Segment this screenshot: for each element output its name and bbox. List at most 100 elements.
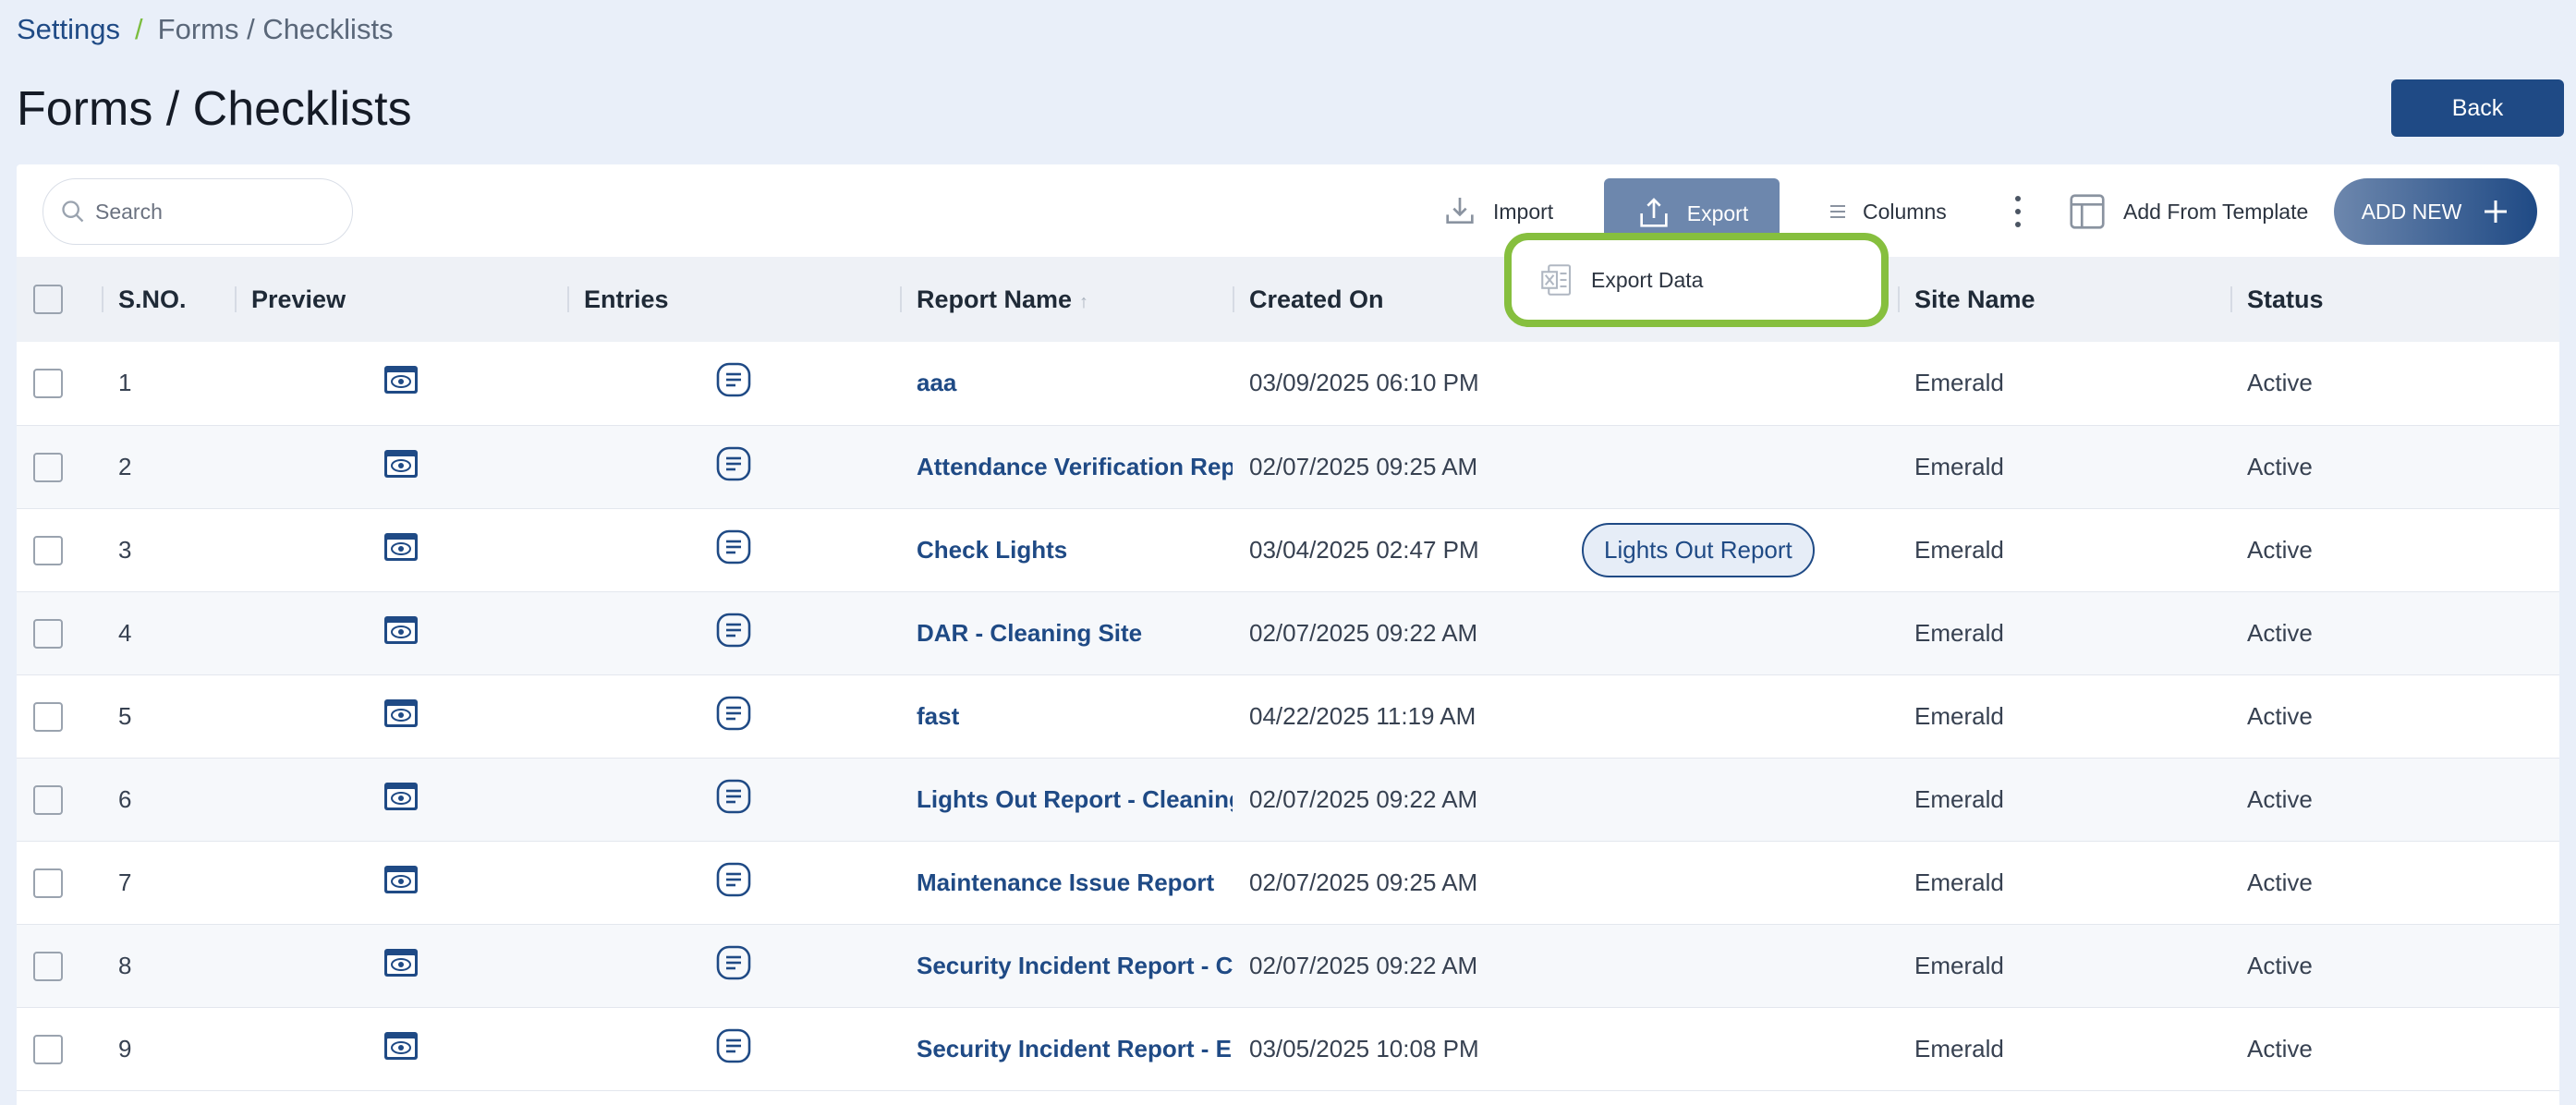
report-type-tag[interactable]: Lights Out Report xyxy=(1582,522,1815,577)
header-status[interactable]: Status xyxy=(2230,257,2559,342)
created-on: 02/07/2025 09:22 AM xyxy=(1249,618,1478,647)
preview-cell xyxy=(235,924,567,1007)
report-name-link[interactable]: aaa xyxy=(900,342,1233,425)
table-row[interactable]: 1 aaa 03/09/2025 06:10 PM Emerald Active xyxy=(17,342,2559,425)
row-select-cell xyxy=(17,591,102,674)
entries-cell xyxy=(567,924,900,1007)
header-sno[interactable]: S.NO. xyxy=(102,257,235,342)
report-name-link[interactable]: Attendance Verification Rep xyxy=(900,425,1233,508)
row-sno: 3 xyxy=(118,535,132,564)
created-on: 02/07/2025 09:22 AM xyxy=(1249,784,1478,813)
table-row[interactable]: 3 Check Lights 03/04/2025 02:47 PM Lights O… xyxy=(17,508,2559,591)
preview-cell xyxy=(235,591,567,674)
report-name-link[interactable]: Check Lights xyxy=(900,508,1233,591)
row-sno: 1 xyxy=(118,369,132,397)
row-select-cell xyxy=(17,1007,102,1090)
row-sno: 4 xyxy=(118,618,132,647)
entries-cell xyxy=(567,342,900,425)
row-checkbox[interactable] xyxy=(33,1034,63,1064)
entries-list-icon[interactable] xyxy=(715,945,752,987)
entries-list-icon[interactable] xyxy=(715,779,752,820)
preview-eye-icon[interactable] xyxy=(383,366,419,400)
preview-eye-icon[interactable] xyxy=(383,782,419,817)
type-cell: Lights Out Report xyxy=(1565,508,1898,591)
table-row[interactable]: 7 Maintenance Issue Report 02/07/2025 09:2… xyxy=(17,841,2559,924)
type-cell xyxy=(1565,841,1898,924)
report-name-link[interactable]: Security Incident Report - Cl xyxy=(900,924,1233,1007)
entries-list-icon[interactable] xyxy=(715,696,752,737)
row-checkbox[interactable] xyxy=(33,784,63,815)
status: Active xyxy=(2247,618,2313,647)
header-site-name[interactable]: Site Name xyxy=(1898,257,2230,342)
row-select-cell xyxy=(17,841,102,924)
export-data-menu-item[interactable]: Export Data xyxy=(1591,268,1703,293)
preview-eye-icon[interactable] xyxy=(383,449,419,484)
entries-cell xyxy=(567,591,900,674)
back-button[interactable]: Back xyxy=(2391,79,2564,137)
preview-eye-icon[interactable] xyxy=(383,615,419,650)
preview-eye-icon[interactable] xyxy=(383,698,419,734)
add-new-button[interactable]: ADD NEW xyxy=(2334,178,2537,245)
sort-up-icon[interactable]: ↑ xyxy=(1079,292,1088,312)
status: Active xyxy=(2247,452,2313,480)
row-sno: 6 xyxy=(118,784,132,813)
header-preview[interactable]: Preview xyxy=(235,257,567,342)
preview-cell xyxy=(235,841,567,924)
preview-eye-icon[interactable] xyxy=(383,532,419,567)
row-checkbox[interactable] xyxy=(33,868,63,898)
row-checkbox[interactable] xyxy=(33,701,63,732)
site-name: Emerald xyxy=(1914,535,2004,564)
breadcrumb-separator: / xyxy=(135,13,143,45)
table-header-row: S.NO. Preview Entries Report Name ↑ Creat… xyxy=(17,257,2559,342)
entries-cell xyxy=(567,758,900,841)
upload-tray-icon xyxy=(1640,198,1668,227)
row-checkbox[interactable] xyxy=(33,618,63,649)
header-report-name[interactable]: Report Name ↑ xyxy=(900,257,1233,342)
entries-list-icon[interactable] xyxy=(715,862,752,904)
site-name: Emerald xyxy=(1914,452,2004,480)
entries-list-icon[interactable] xyxy=(715,362,752,404)
more-options-button[interactable] xyxy=(2012,178,2023,245)
created-on: 03/04/2025 02:47 PM xyxy=(1249,535,1479,564)
table-row[interactable]: 5 fast 04/22/2025 11:19 AM Emerald Active xyxy=(17,674,2559,758)
row-checkbox[interactable] xyxy=(33,535,63,565)
row-checkbox[interactable] xyxy=(33,452,63,482)
preview-cell xyxy=(235,674,567,758)
export-label: Export xyxy=(1686,200,1749,225)
header-entries[interactable]: Entries xyxy=(567,257,900,342)
entries-list-icon[interactable] xyxy=(715,529,752,571)
table-row[interactable]: 2 Attendance Verification Rep 02/07/2025 0… xyxy=(17,425,2559,508)
entries-list-icon[interactable] xyxy=(715,1028,752,1070)
table-row[interactable]: 8 Security Incident Report - Cl 02/07/2025… xyxy=(17,924,2559,1007)
forms-panel: Import Export Columns Add From Template … xyxy=(17,164,2559,1105)
row-checkbox[interactable] xyxy=(33,369,63,399)
preview-cell xyxy=(235,1007,567,1090)
entries-list-icon[interactable] xyxy=(715,446,752,488)
entries-list-icon[interactable] xyxy=(715,613,752,654)
site-name: Emerald xyxy=(1914,701,2004,730)
columns-label: Columns xyxy=(1863,199,1947,224)
forms-table: S.NO. Preview Entries Report Name ↑ Creat… xyxy=(17,257,2559,1091)
report-name-link[interactable]: Lights Out Report - Cleaning xyxy=(900,758,1233,841)
table-row[interactable]: 4 DAR - Cleaning Site 02/07/2025 09:22 AM E… xyxy=(17,591,2559,674)
preview-eye-icon[interactable] xyxy=(383,1031,419,1066)
report-name-link[interactable]: fast xyxy=(900,674,1233,758)
report-name-link[interactable]: DAR - Cleaning Site xyxy=(900,591,1233,674)
search-box[interactable] xyxy=(43,178,353,245)
status: Active xyxy=(2247,535,2313,564)
preview-eye-icon[interactable] xyxy=(383,948,419,983)
preview-eye-icon[interactable] xyxy=(383,865,419,900)
site-name: Emerald xyxy=(1914,868,2004,896)
row-select-cell xyxy=(17,924,102,1007)
add-from-template-button[interactable]: Add From Template xyxy=(2066,178,2308,245)
status: Active xyxy=(2247,1034,2313,1062)
select-all-checkbox[interactable] xyxy=(33,285,63,315)
row-checkbox[interactable] xyxy=(33,951,63,981)
report-name-link[interactable]: Security Incident Report - En xyxy=(900,1007,1233,1090)
table-row[interactable]: 6 Lights Out Report - Cleaning 02/07/2025 … xyxy=(17,758,2559,841)
breadcrumb-settings-link[interactable]: Settings xyxy=(17,13,120,46)
table-row[interactable]: 9 Security Incident Report - En 03/05/2025… xyxy=(17,1007,2559,1090)
status: Active xyxy=(2247,369,2313,397)
report-name-link[interactable]: Maintenance Issue Report xyxy=(900,841,1233,924)
search-input[interactable] xyxy=(95,199,326,225)
